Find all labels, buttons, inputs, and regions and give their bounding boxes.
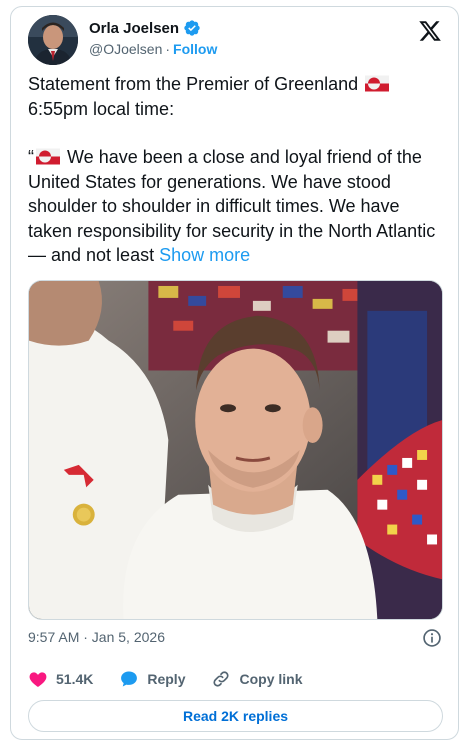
show-more-link[interactable]: Show more [159, 245, 250, 265]
author-name[interactable]: Orla Joelsen [89, 20, 179, 37]
read-replies-button[interactable]: Read 2K replies [28, 700, 443, 732]
greenland-flag-icon [365, 75, 390, 92]
author-handle[interactable]: @OJoelsen [89, 41, 162, 57]
tweet-card: Orla Joelsen @OJoelsen · Follow Statement … [10, 6, 459, 740]
tweet-heading-text: Statement from the Premier of Greenland [28, 74, 359, 94]
author-handle-row: @OJoelsen · Follow [89, 41, 217, 57]
reply-button[interactable]: Reply [119, 669, 185, 689]
tweet-line-2: 6:55pm local time: [28, 98, 175, 119]
heart-icon [29, 672, 47, 687]
link-icon [213, 671, 230, 687]
tweet-text: Statement from the Premier of Greenland … [28, 72, 448, 268]
tweet-photo[interactable] [28, 280, 443, 620]
like-button[interactable]: 51.4K [28, 669, 93, 689]
follow-button[interactable]: Follow [173, 41, 217, 57]
greenland-flag-icon [36, 148, 60, 165]
separator-dot: · [165, 41, 171, 57]
like-count: 51.4K [56, 671, 94, 687]
info-icon[interactable] [422, 628, 442, 648]
timestamp[interactable]: 9:57 AM · Jan 5, 2026 [28, 629, 165, 645]
copy-link-label: Copy link [239, 671, 303, 687]
tweet-line-1: Statement from the Premier of Greenland [28, 72, 448, 97]
action-bar: 51.4K Reply Copy link [28, 669, 329, 689]
tweet-quote-paragraph: “ We have been a close and loyal friend … [28, 145, 448, 268]
reply-label: Reply [147, 671, 186, 687]
verified-badge-icon [184, 20, 200, 36]
author-name-row: Orla Joelsen [89, 19, 201, 37]
quote-mark: “ [28, 147, 34, 167]
copy-link-button[interactable]: Copy link [211, 669, 303, 689]
avatar[interactable] [28, 15, 78, 65]
x-logo-icon[interactable] [418, 19, 442, 43]
speech-bubble-icon [121, 671, 138, 687]
